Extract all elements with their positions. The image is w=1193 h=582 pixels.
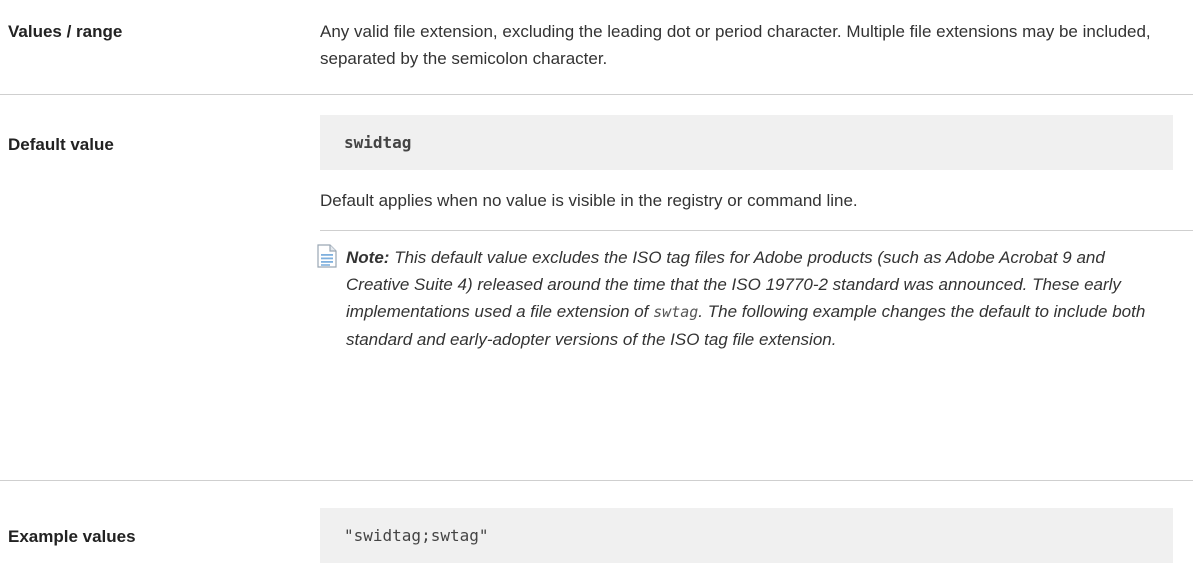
document-note-icon bbox=[317, 244, 337, 268]
note-divider bbox=[320, 230, 1193, 231]
default-value-cell: swidtag Default applies when no value is… bbox=[317, 95, 1193, 480]
example-values-code: "swidtag;swtag" bbox=[320, 508, 1173, 563]
note-block: Note: This default value excludes the IS… bbox=[317, 238, 1170, 353]
example-values-label: Example values bbox=[8, 527, 136, 546]
default-value-text: Default applies when no value is visible… bbox=[320, 191, 858, 210]
note-inline-code: swtag bbox=[653, 303, 699, 321]
example-values-cell: "swidtag;swtag" bbox=[320, 481, 1193, 582]
default-value-code: swidtag bbox=[320, 115, 1173, 170]
values-range-cell: Any valid file extension, excluding the … bbox=[320, 0, 1193, 94]
row-default-value: Default value swidtag Default applies wh… bbox=[0, 95, 1193, 481]
note-first-line-wrap: Note: This default value excludes the IS… bbox=[320, 238, 1170, 353]
values-range-text: Any valid file extension, excluding the … bbox=[320, 22, 1151, 68]
row-values-range: Values / range Any valid file extension,… bbox=[0, 0, 1193, 95]
note-label: Note: bbox=[346, 248, 390, 267]
default-value-label: Default value bbox=[8, 135, 114, 154]
values-range-label: Values / range bbox=[8, 22, 123, 41]
parameter-table: Values / range Any valid file extension,… bbox=[0, 0, 1193, 582]
row-example-values: Example values "swidtag;swtag" bbox=[0, 481, 1193, 582]
